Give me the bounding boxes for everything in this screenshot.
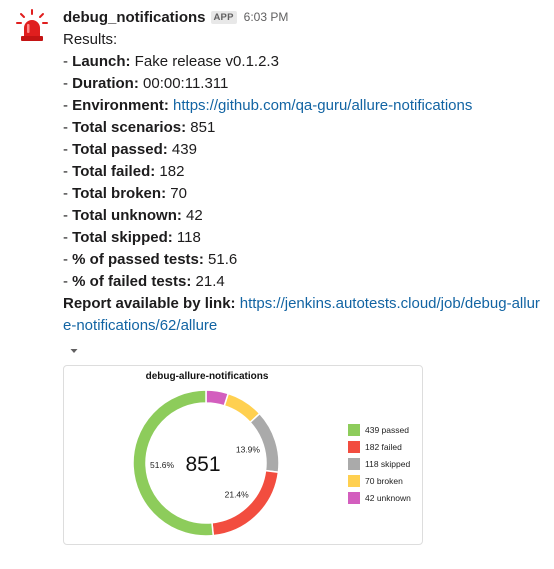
- message-header: debug_notifications APP 6:03 PM: [63, 7, 288, 27]
- launch-value: Fake release v0.1.2.3: [130, 53, 279, 70]
- total-passed-value: 439: [167, 141, 197, 158]
- slice-skipped: [249, 412, 280, 474]
- total-broken-label: Total broken:: [72, 185, 167, 202]
- total-passed-label: Total passed:: [72, 141, 168, 158]
- app-badge: APP: [210, 10, 237, 24]
- bullet-dash: -: [63, 75, 73, 92]
- slice-label-skipped: 13.9%: [236, 445, 261, 455]
- total-failed-value: 182: [155, 163, 185, 180]
- total-skipped-value: 118: [172, 229, 201, 246]
- launch-label: Launch:: [72, 53, 131, 70]
- legend-swatch-failed: [348, 441, 360, 453]
- sender-name[interactable]: debug_notifications: [63, 9, 206, 26]
- total-scenarios-label: Total scenarios:: [72, 119, 187, 136]
- chart-attachment[interactable]: debug-allure-notifications 13.9% 21.4% 51.6…: [63, 365, 423, 545]
- results-heading: Results:: [63, 31, 118, 48]
- bullet-dash: -: [63, 251, 73, 268]
- environment-label: Environment:: [72, 97, 169, 114]
- duration-line: - Duration: 00:00:11.311: [63, 73, 547, 95]
- legend-swatch-unknown: [348, 492, 360, 504]
- caret-down-icon[interactable]: [68, 346, 80, 356]
- pct-passed-label: % of passed tests:: [72, 251, 204, 268]
- environment-line: - Environment: https://github.com/qa-gur…: [63, 95, 547, 117]
- legend-label-unknown: 42 unknown: [365, 493, 411, 503]
- legend-label-passed: 439 passed: [365, 425, 409, 435]
- slice-label-passed: 51.6%: [150, 460, 175, 470]
- total-scenarios-line: - Total scenarios: 851: [63, 117, 547, 139]
- report-line: Report available by link: https://jenkin…: [63, 293, 547, 337]
- pct-failed-value: 21.4: [191, 273, 225, 290]
- pct-failed-line: - % of failed tests: 21.4: [63, 271, 547, 293]
- chart-title: debug-allure-notifications: [146, 371, 269, 382]
- duration-value: 00:00:11.311: [138, 75, 229, 92]
- bullet-dash: -: [63, 141, 73, 158]
- legend-label-failed: 182 failed: [365, 442, 402, 452]
- pct-passed-line: - % of passed tests: 51.6: [63, 249, 547, 271]
- total-scenarios-value: 851: [186, 119, 216, 136]
- total-broken-line: - Total broken: 70: [63, 183, 547, 205]
- environment-link[interactable]: https://github.com/qa-guru/allure-notifi…: [173, 97, 472, 114]
- pct-failed-label: % of failed tests:: [72, 273, 192, 290]
- bullet-dash: -: [63, 229, 73, 246]
- legend-label-skipped: 118 skipped: [365, 459, 410, 469]
- duration-label: Duration:: [72, 75, 139, 92]
- total-skipped-line: - Total skipped: 118: [63, 227, 547, 249]
- alarm-siren-icon[interactable]: [14, 8, 50, 44]
- total-passed-line: - Total passed: 439: [63, 139, 547, 161]
- legend-label-broken: 70 broken: [365, 476, 403, 486]
- bullet-dash: -: [63, 207, 73, 224]
- bullet-dash: -: [63, 273, 73, 290]
- donut-chart: debug-allure-notifications 13.9% 21.4% 51.6…: [132, 371, 411, 537]
- total-failed-label: Total failed:: [72, 163, 156, 180]
- bullet-dash: -: [63, 163, 73, 180]
- total-unknown-line: - Total unknown: 42: [63, 205, 547, 227]
- bullet-dash: -: [63, 185, 73, 202]
- launch-line: - Launch: Fake release v0.1.2.3: [63, 51, 547, 73]
- pct-passed-value: 51.6: [203, 251, 238, 268]
- message-body: Results: - Launch: Fake release v0.1.2.3…: [63, 29, 547, 337]
- bullet-dash: -: [63, 53, 73, 70]
- total-failed-line: - Total failed: 182: [63, 161, 547, 183]
- center-total: 851: [185, 453, 220, 476]
- total-skipped-label: Total skipped:: [72, 229, 173, 246]
- slice-label-failed: 21.4%: [225, 490, 250, 500]
- bullet-dash: -: [63, 97, 73, 114]
- slice-failed: [211, 469, 280, 537]
- legend-swatch-broken: [348, 475, 360, 487]
- report-label: Report available by link:: [63, 295, 236, 312]
- timestamp[interactable]: 6:03 PM: [244, 10, 289, 24]
- total-broken-value: 70: [166, 185, 187, 202]
- total-unknown-label: Total unknown:: [72, 207, 182, 224]
- legend-swatch-skipped: [348, 458, 360, 470]
- total-unknown-value: 42: [181, 207, 203, 224]
- legend-swatch-passed: [348, 424, 360, 436]
- bullet-dash: -: [63, 119, 73, 136]
